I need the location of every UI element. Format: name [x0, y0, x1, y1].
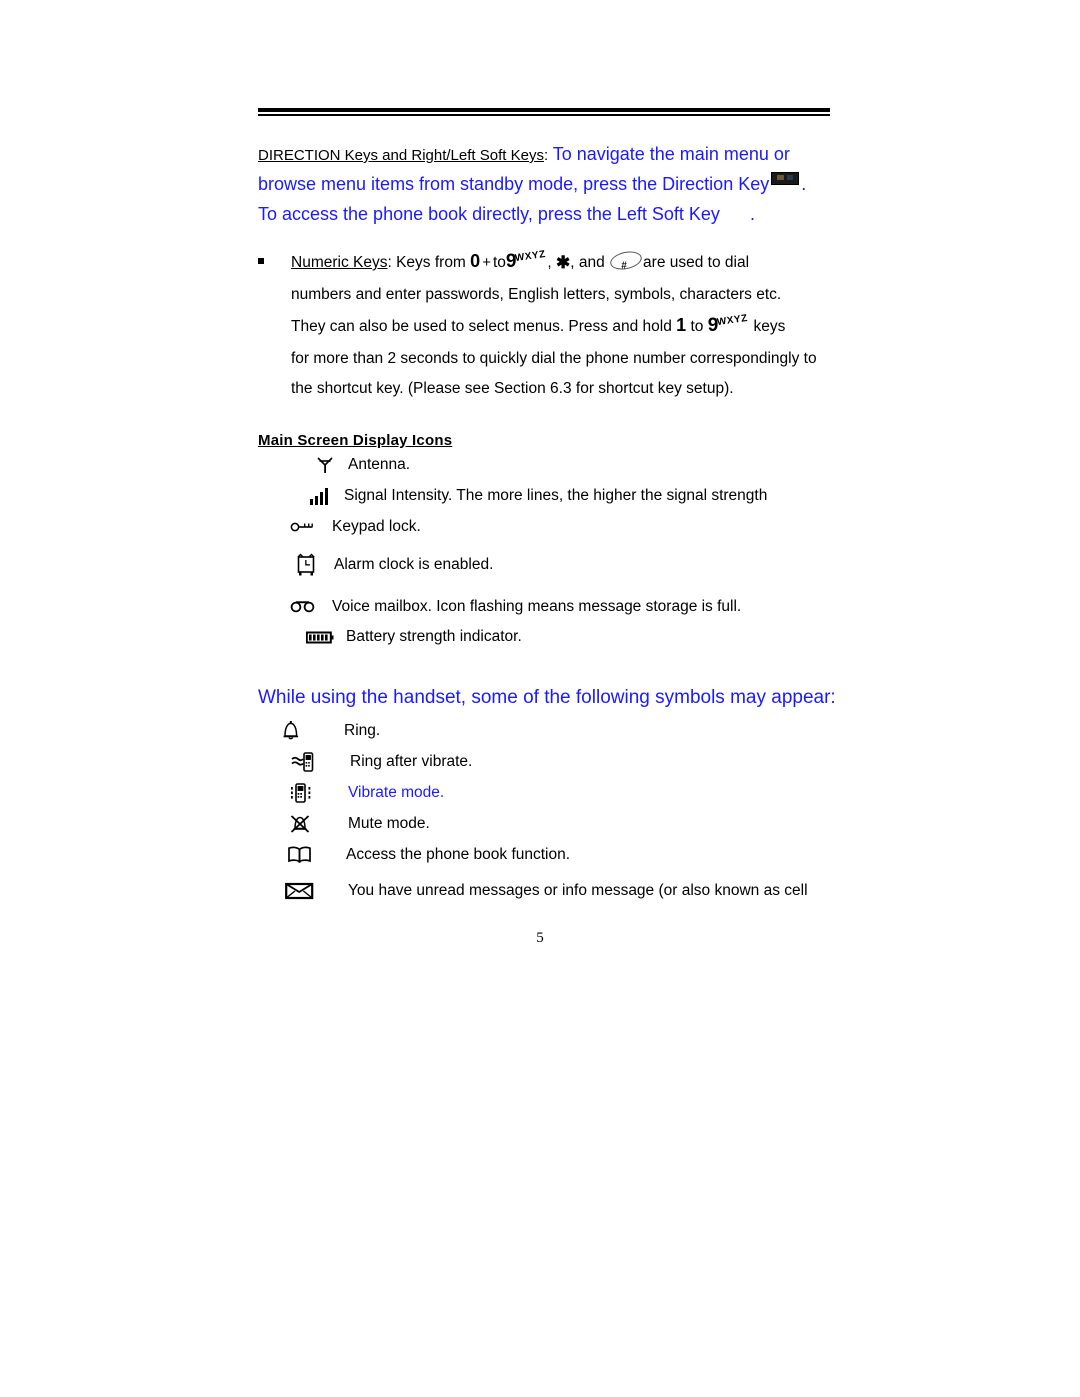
key-hash-icon	[608, 248, 644, 273]
numeric-keys-line-1: Numeric Keys: Keys from 0 + to9WXYZ, ✱, an…	[291, 246, 836, 280]
numeric-keys-text-2: ,	[547, 254, 552, 271]
numeric-keys-line-3-post: keys	[753, 318, 786, 335]
numeric-keys-line-3-mid: to	[690, 318, 704, 335]
numeric-keys-text-3: , and	[570, 254, 605, 271]
numeric-keys-line-4: for more than 2 seconds to quickly dial …	[291, 350, 817, 367]
direction-keys-label: DIRECTION Keys and Right/Left Soft Keys	[258, 147, 544, 164]
mute-mode-icon	[286, 812, 316, 836]
header-rule-thin	[258, 114, 830, 116]
list-item: Voice mailbox. Icon flashing means messa…	[286, 595, 836, 619]
numeric-keys-label: Numeric Keys	[291, 254, 388, 271]
key-9-superscript-second: WXYZ	[716, 312, 749, 329]
numeric-keys-line-5: the shortcut key. (Please see Section 6.…	[291, 380, 734, 397]
keypad-lock-key-icon	[286, 515, 320, 539]
phone-book-icon	[284, 843, 316, 867]
key-star-icon: ✱	[555, 253, 571, 272]
direction-keys-paragraph: DIRECTION Keys and Right/Left Soft Keys:…	[258, 140, 836, 230]
list-item-label: Ring.	[344, 722, 381, 739]
list-item: Keypad lock.	[286, 515, 836, 539]
envelope-icon	[284, 879, 316, 903]
left-soft-key-icon	[720, 205, 750, 217]
page-content: DIRECTION Keys and Right/Left Soft Keys:…	[258, 140, 836, 903]
numeric-keys-block: Numeric Keys: Keys from 0 + to9WXYZ, ✱, an…	[258, 246, 836, 404]
direction-keys-blue-line-2: browse menu items from standby mode, pre…	[258, 174, 770, 194]
direction-keys-blue-line-3-period: .	[749, 204, 755, 224]
numeric-keys-line-3-pre: They can also be used to select menus. P…	[291, 318, 672, 335]
main-screen-icon-list: Antenna. Signal Intensity. The more line…	[258, 453, 836, 649]
list-item: Antenna.	[310, 453, 836, 477]
direction-keys-colon: :	[543, 147, 549, 164]
handset-symbols-heading: While using the handset, some of the fol…	[258, 687, 836, 708]
list-item-label: Battery strength indicator.	[346, 628, 522, 645]
direction-keys-blue-line-3: To access the phone book directly, press…	[258, 204, 720, 224]
numeric-keys-text-4: are used to dial	[643, 254, 750, 271]
direction-key-icon	[771, 172, 800, 185]
list-item-label: Vibrate mode.	[348, 784, 445, 801]
list-item: Alarm clock is enabled.	[290, 553, 836, 577]
handset-symbols-icon-list: Ring. Ring after vibrate. Vibrate mode. …	[258, 719, 836, 903]
list-item-label: Voice mailbox. Icon flashing means messa…	[332, 598, 742, 615]
key-0-icon: 0	[470, 251, 481, 271]
list-item-label: You have unread messages or info message…	[348, 882, 808, 899]
signal-bars-icon	[306, 484, 336, 508]
vibrate-mode-icon	[286, 781, 316, 805]
direction-keys-blue-line-1: To navigate the main menu or	[552, 144, 790, 164]
battery-icon	[304, 625, 336, 649]
list-item: Ring.	[276, 719, 836, 743]
numeric-keys-line-3: They can also be used to select menus. P…	[291, 310, 836, 344]
list-item: Signal Intensity. The more lines, the hi…	[306, 484, 836, 508]
list-item: Access the phone book function.	[284, 843, 836, 867]
list-item-label: Keypad lock.	[332, 518, 421, 535]
document-page: DIRECTION Keys and Right/Left Soft Keys:…	[0, 0, 1080, 1397]
list-item-label: Alarm clock is enabled.	[334, 556, 494, 573]
header-rule	[258, 108, 830, 116]
list-item: Ring after vibrate.	[288, 750, 836, 774]
ring-after-vibrate-icon	[288, 750, 318, 774]
list-item: Mute mode.	[286, 812, 836, 836]
list-item: Vibrate mode.	[286, 781, 836, 805]
square-bullet-icon	[258, 258, 264, 264]
numeric-keys-text-to: to	[492, 254, 506, 271]
list-item-label: Signal Intensity. The more lines, the hi…	[344, 487, 768, 504]
list-item-label: Antenna.	[348, 456, 411, 473]
direction-keys-blue-line-2-period: .	[801, 174, 807, 194]
list-item-label: Ring after vibrate.	[350, 753, 473, 770]
list-item-label: Mute mode.	[348, 815, 430, 832]
key-9-superscript: WXYZ	[514, 248, 547, 265]
bell-ring-icon	[276, 719, 306, 743]
key-1-icon: 1	[676, 315, 687, 335]
voice-mailbox-icon	[286, 595, 320, 619]
numeric-keys-text-1: : Keys from	[387, 254, 466, 271]
antenna-icon	[310, 453, 340, 477]
alarm-clock-icon	[290, 553, 322, 577]
list-item: Battery strength indicator.	[304, 625, 836, 649]
key-plus-icon: +	[482, 254, 491, 271]
main-screen-icons-heading: Main Screen Display Icons	[258, 432, 453, 449]
list-item-label: Access the phone book function.	[346, 846, 571, 863]
numeric-keys-line-2: numbers and enter passwords, English let…	[291, 286, 782, 303]
page-number: 5	[536, 930, 544, 946]
list-item: You have unread messages or info message…	[284, 879, 836, 903]
